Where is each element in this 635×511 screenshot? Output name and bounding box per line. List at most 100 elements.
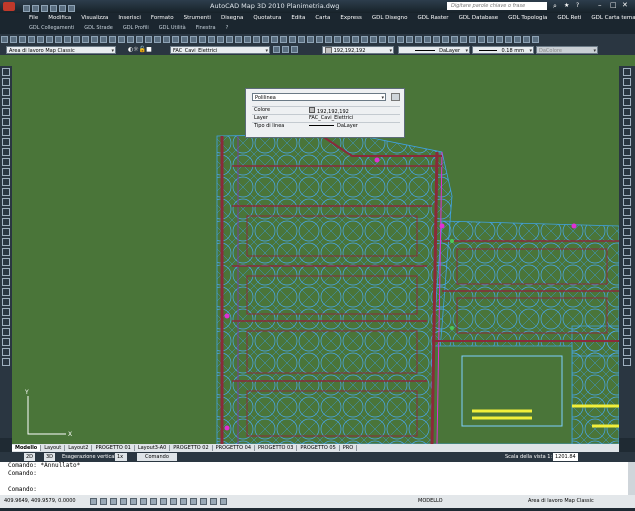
draw-tool-icon[interactable] (2, 198, 10, 206)
draw-tool-icon[interactable] (2, 258, 10, 266)
toolbar-button-icon[interactable] (235, 36, 242, 43)
modify-tool-icon[interactable] (623, 158, 631, 166)
modify-tool-icon[interactable] (623, 78, 631, 86)
menu-item[interactable]: Disegna (216, 13, 248, 24)
menu-item[interactable]: GDL Disegno (367, 13, 413, 24)
draw-tool-icon[interactable] (2, 358, 10, 366)
drafting-toggle-icon[interactable] (200, 498, 207, 505)
toolbar-button-icon[interactable] (496, 36, 503, 43)
toolbar-button-icon[interactable] (226, 36, 233, 43)
color-select[interactable]: 192,192,192 (322, 46, 394, 54)
draw-tool-icon[interactable] (2, 338, 10, 346)
toolbar-button-icon[interactable] (136, 36, 143, 43)
toolbar-button-icon[interactable] (379, 36, 386, 43)
prop-row-linetype[interactable]: Tipo di linea DaLayer (252, 122, 400, 130)
toolbar-button-icon[interactable] (262, 36, 269, 43)
layer-select[interactable]: FAC_Cavi_Elettrici (170, 46, 270, 54)
drafting-toggle-icon[interactable] (140, 498, 147, 505)
toolbar-button-icon[interactable] (55, 36, 62, 43)
layer-previous-icon[interactable] (282, 46, 289, 53)
object-type-select[interactable]: Polilinea (252, 93, 386, 101)
command-button[interactable]: Comando (137, 453, 177, 461)
draw-tool-icon[interactable] (2, 318, 10, 326)
toolbar-button-icon[interactable] (316, 36, 323, 43)
new-icon[interactable] (23, 5, 30, 12)
draw-tool-icon[interactable] (2, 348, 10, 356)
draw-tool-icon[interactable] (2, 98, 10, 106)
menu-item[interactable]: Quotatura (248, 13, 286, 24)
modify-tool-icon[interactable] (623, 108, 631, 116)
toolbar-button-icon[interactable] (64, 36, 71, 43)
toolbar-button-icon[interactable] (289, 36, 296, 43)
command-line[interactable]: Comando: *Annullato* Comando: Comando: (0, 462, 628, 495)
modify-tool-icon[interactable] (623, 338, 631, 346)
model-button[interactable]: MODELLO (418, 495, 443, 508)
drafting-toggle-icon[interactable] (180, 498, 187, 505)
drafting-toggle-icon[interactable] (190, 498, 197, 505)
layout-tab[interactable]: PROGETTO 02 (170, 445, 213, 451)
modify-tool-icon[interactable] (623, 228, 631, 236)
lineweight-select[interactable]: 0.18 mm (472, 46, 534, 54)
layout-tab[interactable]: PROGETTO 04 (212, 445, 256, 451)
plotstyle-select[interactable]: DaColore (536, 46, 598, 54)
menu-item[interactable]: GDL Utilità (154, 24, 191, 33)
layout-tab[interactable]: PRO (339, 445, 358, 451)
command-scrollbar[interactable] (628, 462, 635, 495)
menu-item[interactable]: Finestra (191, 24, 221, 33)
draw-tool-icon[interactable] (2, 208, 10, 216)
search-icon[interactable]: ⌕ (553, 2, 557, 11)
modify-tool-icon[interactable] (623, 178, 631, 186)
toolbar-button-icon[interactable] (19, 36, 26, 43)
menu-item[interactable]: GDL Raster (413, 13, 454, 24)
menu-item[interactable]: Carta (310, 13, 335, 24)
layout-tab[interactable]: Layout2 (65, 445, 93, 451)
toolbar-button-icon[interactable] (343, 36, 350, 43)
toolbar-button-icon[interactable] (100, 36, 107, 43)
exaggeration-select[interactable]: 1x (115, 453, 128, 461)
menu-item[interactable]: GDL Collegamenti (24, 24, 79, 33)
prop-row-layer[interactable]: Layer FAC_Cavi_Elettrici (252, 114, 400, 122)
help-icon[interactable]: ? (576, 2, 579, 9)
modify-tool-icon[interactable] (623, 68, 631, 76)
drafting-toggle-icon[interactable] (110, 498, 117, 505)
menu-item[interactable]: GDL Topologia (503, 13, 552, 24)
undo-icon[interactable] (50, 5, 57, 12)
menu-item[interactable]: GDL Strade (79, 24, 118, 33)
redo-icon[interactable] (59, 5, 66, 12)
layer-state-icons[interactable]: ◐☼🔓■ (128, 46, 152, 53)
plot-icon[interactable] (68, 5, 75, 12)
menu-item[interactable]: Visualizza (76, 13, 113, 24)
toolbar-button-icon[interactable] (28, 36, 35, 43)
toolbar-button-icon[interactable] (334, 36, 341, 43)
toolbar-button-icon[interactable] (199, 36, 206, 43)
modify-tool-icon[interactable] (623, 218, 631, 226)
toolbar-button-icon[interactable] (163, 36, 170, 43)
toolbar-button-icon[interactable] (406, 36, 413, 43)
drafting-toggle-icon[interactable] (130, 498, 137, 505)
layout-tab[interactable]: PROGETTO 05 (297, 445, 340, 451)
modify-tool-icon[interactable] (623, 138, 631, 146)
draw-tool-icon[interactable] (2, 88, 10, 96)
menu-item[interactable]: Modifica (43, 13, 76, 24)
make-current-icon[interactable] (273, 46, 280, 53)
app-logo[interactable] (3, 2, 15, 11)
draw-tool-icon[interactable] (2, 298, 10, 306)
modify-tool-icon[interactable] (623, 348, 631, 356)
toolbar-button-icon[interactable] (487, 36, 494, 43)
layout-tab[interactable]: Layout3-A0 (134, 445, 171, 451)
toolbar-button-icon[interactable] (271, 36, 278, 43)
modify-tool-icon[interactable] (623, 168, 631, 176)
toolbar-button-icon[interactable] (415, 36, 422, 43)
layout-tab[interactable]: Modello (12, 445, 42, 451)
toolbar-button-icon[interactable] (298, 36, 305, 43)
toolbar-button-icon[interactable] (127, 36, 134, 43)
toolbar-button-icon[interactable] (190, 36, 197, 43)
modify-tool-icon[interactable] (623, 268, 631, 276)
toolbar-button-icon[interactable] (181, 36, 188, 43)
workspace-select[interactable]: Area di lavoro Map Classic (6, 46, 116, 54)
layout-tab[interactable]: PROGETTO 03 (255, 445, 298, 451)
minimize-icon[interactable]: – (598, 1, 602, 9)
toolbar-button-icon[interactable] (118, 36, 125, 43)
toolbar-button-icon[interactable] (145, 36, 152, 43)
modify-tool-icon[interactable] (623, 188, 631, 196)
